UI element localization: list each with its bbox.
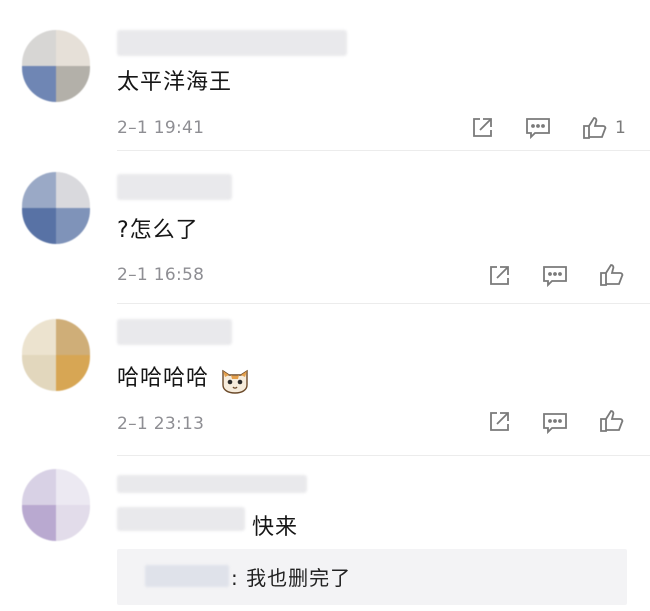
avatar-pixel bbox=[22, 208, 56, 244]
avatar-pixel bbox=[56, 469, 90, 505]
comment-time: 2–1 23:13 bbox=[117, 414, 205, 434]
like-button[interactable]: 1 bbox=[581, 115, 626, 141]
share-icon bbox=[473, 118, 492, 137]
avatar-pixel bbox=[22, 172, 56, 208]
avatar-pixel bbox=[22, 319, 56, 355]
avatar[interactable] bbox=[22, 469, 90, 541]
divider bbox=[117, 303, 650, 304]
avatar[interactable] bbox=[22, 319, 90, 391]
avatar-pixel bbox=[22, 66, 56, 102]
avatar-pixel bbox=[22, 355, 56, 391]
mention-blurred bbox=[117, 507, 245, 531]
comment-icon bbox=[526, 118, 550, 140]
reply-button[interactable] bbox=[541, 264, 569, 288]
comment-text: ?怎么了 bbox=[117, 218, 199, 243]
share-icon bbox=[490, 266, 509, 285]
comment-icon bbox=[543, 413, 567, 435]
username-blurred[interactable] bbox=[117, 174, 232, 200]
reply-preview[interactable]: : 我也删完了 bbox=[117, 549, 627, 605]
avatar-pixel bbox=[56, 319, 90, 355]
comment-text: 太平洋海王 bbox=[117, 70, 233, 95]
comment-text-content: 哈哈哈哈 bbox=[117, 366, 210, 391]
avatar[interactable] bbox=[22, 172, 90, 244]
reply-username-blurred[interactable] bbox=[145, 565, 229, 587]
comment-item: 快来 : 我也删完了 bbox=[0, 457, 650, 611]
comment-text: 快来 bbox=[252, 515, 299, 540]
username-blurred[interactable] bbox=[117, 475, 307, 493]
share-icon bbox=[490, 412, 509, 431]
avatar-pixel bbox=[22, 469, 56, 505]
like-button[interactable] bbox=[598, 262, 632, 288]
comment-time: 2–1 19:41 bbox=[117, 118, 205, 138]
thumbs-up-icon bbox=[600, 264, 624, 286]
divider bbox=[117, 455, 650, 456]
comment-text: 哈哈哈哈 bbox=[117, 360, 251, 395]
avatar-pixel bbox=[56, 66, 90, 102]
share-button[interactable] bbox=[486, 409, 512, 435]
cat-face-emoji bbox=[222, 369, 248, 394]
share-button[interactable] bbox=[486, 263, 512, 289]
reply-button[interactable] bbox=[541, 411, 569, 435]
like-button[interactable] bbox=[598, 408, 632, 434]
avatar-pixel bbox=[56, 505, 90, 541]
comment-item: 太平洋海王 2–1 19:41 1 bbox=[0, 0, 650, 151]
username-blurred[interactable] bbox=[117, 319, 232, 345]
share-button[interactable] bbox=[469, 115, 495, 141]
comment-icon bbox=[543, 266, 567, 288]
avatar-pixel bbox=[56, 30, 90, 66]
comment-item: ?怎么了 2–1 16:58 bbox=[0, 150, 650, 305]
comment-item: 哈哈哈哈 2–1 23:13 bbox=[0, 305, 650, 457]
comment-time: 2–1 16:58 bbox=[117, 265, 205, 285]
avatar[interactable] bbox=[22, 30, 90, 102]
avatar-pixel bbox=[22, 30, 56, 66]
username-blurred[interactable] bbox=[117, 30, 347, 56]
reply-button[interactable] bbox=[524, 116, 552, 140]
avatar-pixel bbox=[22, 505, 56, 541]
avatar-pixel bbox=[56, 355, 90, 391]
avatar-pixel bbox=[56, 172, 90, 208]
reply-text: : 我也删完了 bbox=[231, 566, 352, 590]
thumbs-up-icon bbox=[583, 117, 607, 139]
like-count: 1 bbox=[615, 118, 626, 138]
thumbs-up-icon bbox=[600, 410, 624, 432]
avatar-pixel bbox=[56, 208, 90, 244]
